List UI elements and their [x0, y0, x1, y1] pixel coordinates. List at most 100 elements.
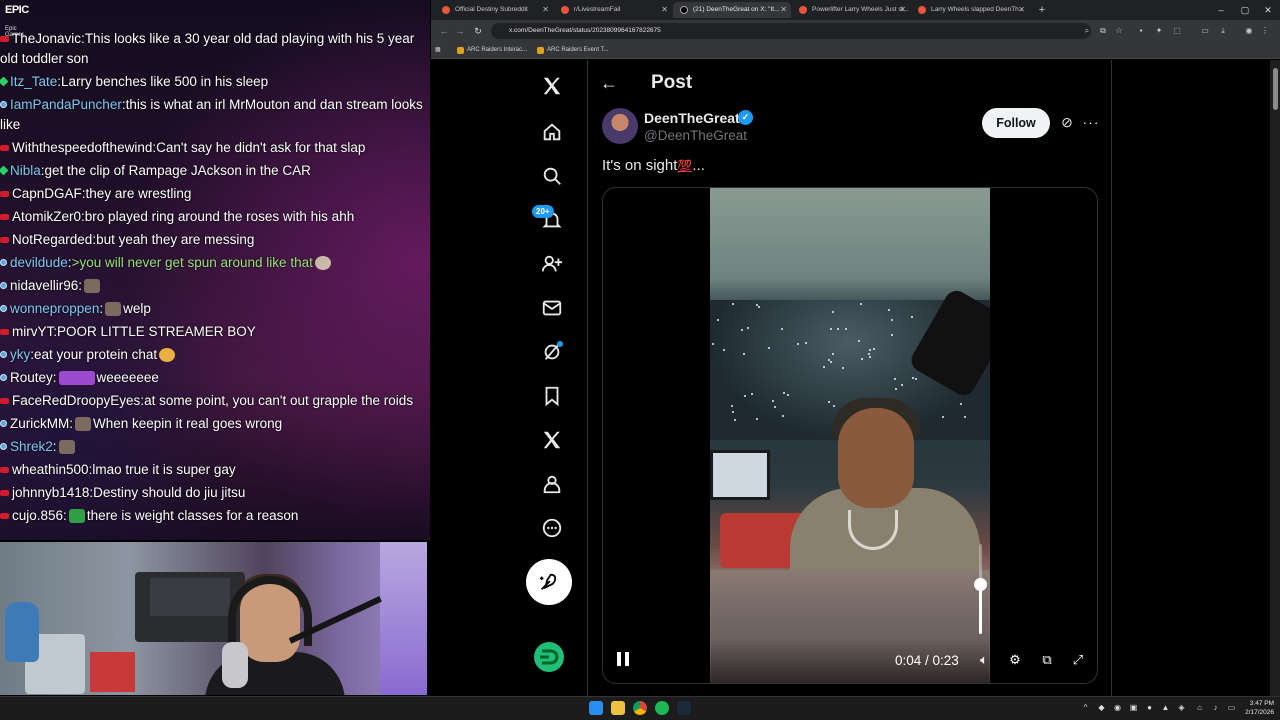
new-tab-button[interactable]: +	[1034, 2, 1050, 18]
tray-app-icon[interactable]: ▲	[1160, 702, 1171, 713]
compose-post-button[interactable]	[526, 559, 572, 605]
chat-username[interactable]: Itz_Tate	[10, 74, 57, 89]
extension-icon[interactable]: ▪	[1135, 25, 1147, 37]
logo-text: EPIC	[5, 4, 29, 16]
chat-username[interactable]: devildude	[10, 255, 68, 270]
chat-username[interactable]: nidavellir96	[10, 278, 78, 293]
profile-icon[interactable]: ◉	[1243, 25, 1255, 37]
follow-people-icon[interactable]	[534, 246, 570, 282]
file-explorer-icon[interactable]	[611, 701, 625, 715]
tab-x-post[interactable]: (21) DeenTheGreat on X: "It... ✕	[673, 2, 791, 18]
chat-username[interactable]: wonneproppen	[10, 301, 99, 316]
chat-username[interactable]: NotRegarded	[12, 232, 92, 247]
close-icon[interactable]: ✕	[899, 2, 906, 18]
chat-username[interactable]: Shrek2	[10, 439, 53, 454]
tray-app-icon[interactable]: ◉	[1112, 702, 1123, 713]
profile-icon[interactable]	[534, 466, 570, 502]
menu-icon[interactable]: ⋮	[1259, 25, 1271, 37]
grok-explain-icon[interactable]: ⊘	[1057, 112, 1077, 132]
chat-username[interactable]: ZurickMM	[10, 416, 69, 431]
tray-app-icon[interactable]: ●	[1144, 702, 1155, 713]
chat-username[interactable]: FaceRedDroopyEyes	[12, 393, 140, 408]
tab-larry-wheels[interactable]: Larry Wheels slapped DeenTh... ✕	[911, 2, 1029, 18]
zoom-icon[interactable]: ⌕	[1081, 25, 1093, 37]
close-icon[interactable]: ✕	[1018, 2, 1025, 18]
address-bar[interactable]: x.com/DeenTheGreat/status/20238099641678…	[491, 23, 1091, 39]
ceiling-star	[774, 406, 777, 409]
speaker-icon[interactable]: ♪	[1210, 702, 1221, 713]
settings-gear-icon[interactable]: ⚙	[1006, 651, 1024, 669]
windows-start-icon[interactable]	[589, 701, 603, 715]
x-logo-icon[interactable]	[534, 68, 570, 104]
follow-button[interactable]: Follow	[982, 108, 1050, 138]
grok-icon[interactable]	[534, 334, 570, 370]
tab-powerlifter[interactable]: Powerlifter Larry Wheels Just sl... ✕	[792, 2, 910, 18]
sidebar-icon[interactable]: ▭	[1199, 25, 1211, 37]
tray-app-icon[interactable]: ◆	[1096, 702, 1107, 713]
clock-date: 2/17/2026	[1245, 709, 1274, 716]
volume-slider-handle[interactable]	[974, 578, 987, 591]
chat-username[interactable]: AtomikZer0	[12, 209, 81, 224]
chat-username[interactable]: Nibla	[10, 163, 41, 178]
tray-app-icon[interactable]: ▣	[1128, 702, 1139, 713]
page-scrollbar[interactable]	[1270, 60, 1280, 696]
home-icon[interactable]	[534, 114, 570, 150]
search-icon[interactable]	[534, 158, 570, 194]
author-handle[interactable]: @DeenTheGreat	[644, 127, 747, 145]
chat-username[interactable]: Routey	[10, 370, 53, 385]
chrome-icon[interactable]	[633, 701, 647, 715]
close-icon[interactable]: ✕	[661, 2, 668, 18]
spotify-icon[interactable]	[655, 701, 669, 715]
avatar[interactable]	[602, 108, 638, 144]
more-options-icon[interactable]	[534, 510, 570, 546]
bookmark-item[interactable]: ARC Raiders Interac...	[455, 42, 527, 59]
chat-username[interactable]: Withthespeedofthewind	[12, 140, 152, 155]
close-icon[interactable]: ✕	[542, 2, 549, 18]
chat-username[interactable]: wheathin500	[12, 462, 89, 477]
bookmark-item[interactable]: ARC Raiders Event T...	[535, 42, 609, 59]
forward-icon[interactable]: →	[453, 24, 467, 38]
video-player[interactable]: 0:04 / 0:23 🔈︎ ⚙ ⧉ ⤢	[602, 187, 1098, 684]
back-icon[interactable]: ←	[437, 24, 451, 38]
tray-chevron-icon[interactable]: ^	[1080, 702, 1091, 713]
chat-username[interactable]: johnnyb1418	[12, 485, 89, 500]
destiny-gg-extension-icon[interactable]	[534, 642, 564, 672]
chat-username[interactable]: TheJonavic	[12, 31, 81, 46]
taskbar-clock[interactable]: 3:47 PM 2/17/2026	[1240, 699, 1274, 717]
chat-username[interactable]: mirvYT	[12, 324, 53, 339]
bookmarks-icon[interactable]	[534, 378, 570, 414]
fullscreen-icon[interactable]: ⤢	[1069, 651, 1087, 669]
close-icon[interactable]: ✕	[780, 2, 787, 18]
download-icon[interactable]: ⤓	[1217, 25, 1229, 37]
tray-app-icon[interactable]: ◈	[1176, 702, 1187, 713]
maximize-icon[interactable]: ▢	[1235, 3, 1255, 17]
volume-icon[interactable]: 🔈︎	[975, 651, 993, 669]
steam-icon[interactable]	[677, 701, 691, 715]
apps-icon[interactable]: ▦	[435, 42, 441, 59]
install-icon[interactable]: ⧉	[1097, 25, 1109, 37]
extensions-puzzle-icon[interactable]: ⬚	[1171, 25, 1183, 37]
chat-username[interactable]: cujo.856	[12, 508, 63, 523]
network-icon[interactable]: ⌂	[1194, 702, 1205, 713]
more-icon[interactable]: ···	[1081, 112, 1101, 132]
chat-username[interactable]: yky	[10, 347, 30, 362]
grok-unread-dot	[557, 341, 563, 347]
reload-icon[interactable]: ↻	[471, 24, 485, 38]
picture-in-picture-icon[interactable]: ⧉	[1038, 651, 1056, 669]
minimize-icon[interactable]: –	[1211, 3, 1231, 17]
author-display-name[interactable]: DeenTheGreat	[644, 109, 740, 127]
notification-count-badge: 20+	[532, 205, 554, 218]
extension-icon[interactable]: ✦	[1153, 25, 1165, 37]
pause-button[interactable]	[615, 650, 631, 668]
scrollbar-thumb[interactable]	[1273, 68, 1278, 110]
chat-username[interactable]: IamPandaPuncher	[10, 97, 122, 112]
close-window-icon[interactable]: ✕	[1258, 3, 1278, 17]
tab-livestreamfail[interactable]: r/LivestreamFail ✕	[554, 2, 672, 18]
tab-destiny-subreddit[interactable]: Official Destiny Subreddit ✕	[435, 2, 553, 18]
messages-icon[interactable]	[534, 290, 570, 326]
battery-icon[interactable]: ▭	[1226, 702, 1237, 713]
chat-username[interactable]: CapnDGAF	[12, 186, 82, 201]
bookmark-star-icon[interactable]: ☆	[1113, 25, 1125, 37]
premium-x-icon[interactable]	[534, 422, 570, 458]
back-arrow-icon[interactable]: ←	[600, 72, 622, 94]
